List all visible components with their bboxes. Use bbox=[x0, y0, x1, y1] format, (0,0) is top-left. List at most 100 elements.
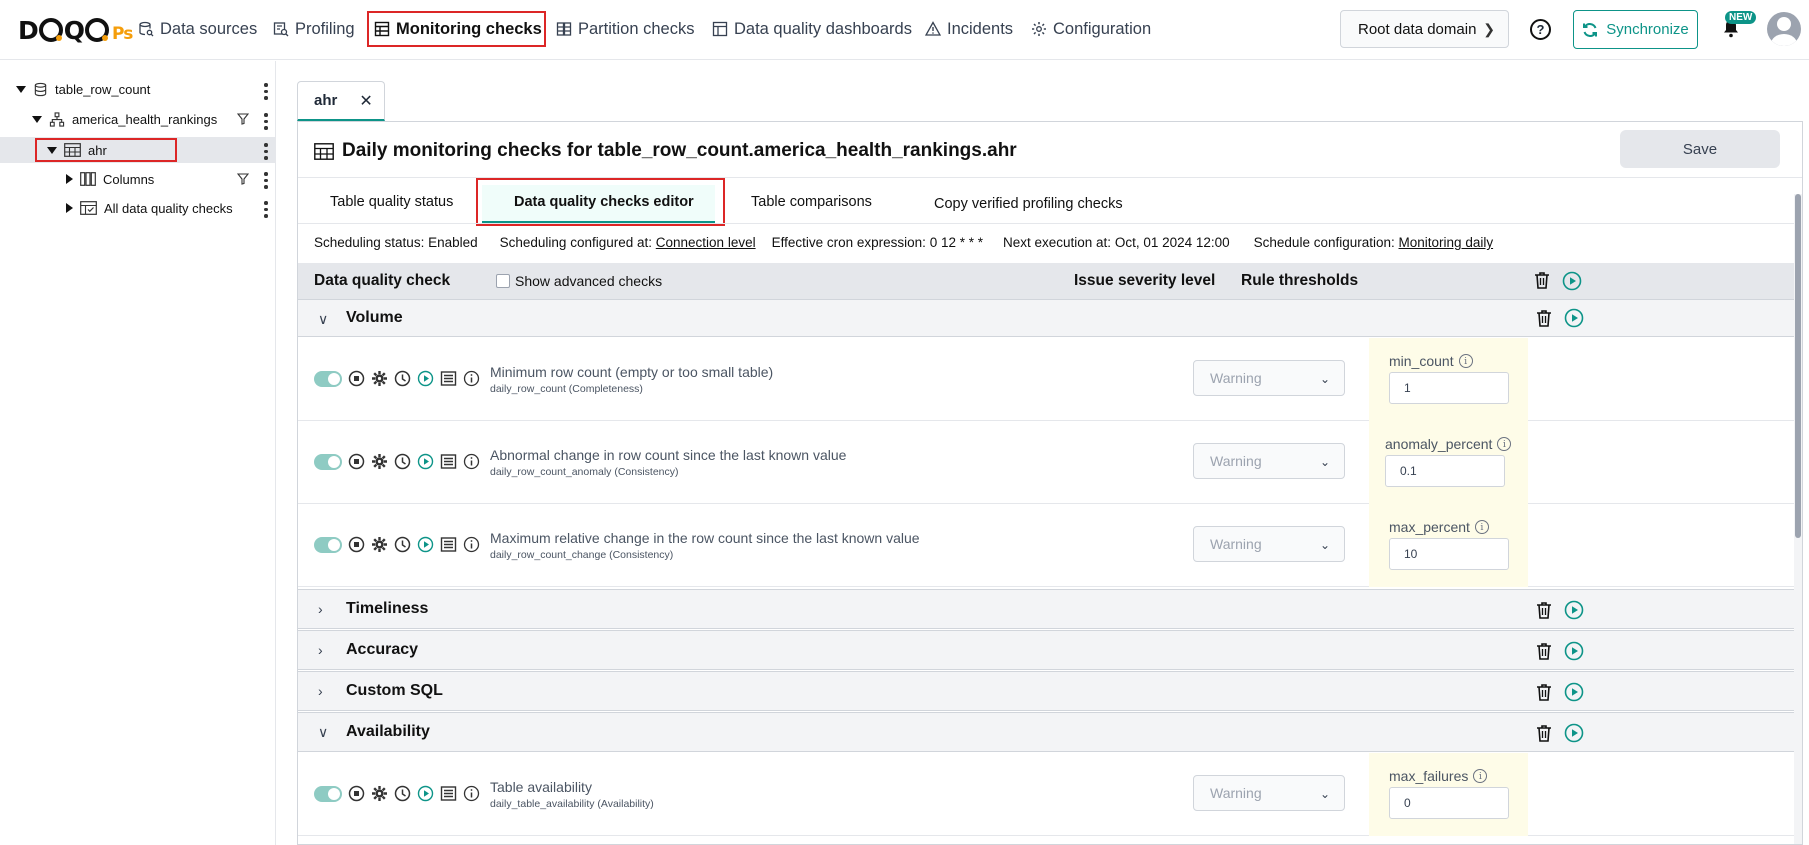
nav-incidents[interactable]: Incidents bbox=[925, 0, 1013, 58]
caret-down-icon[interactable] bbox=[16, 85, 26, 93]
check-controls bbox=[314, 453, 480, 470]
tree-item-all-data-quality-checks[interactable]: All data quality checks bbox=[66, 195, 233, 221]
caret-right-icon[interactable] bbox=[66, 203, 73, 213]
synchronize-button[interactable]: Synchronize bbox=[1573, 10, 1698, 49]
stop-icon[interactable] bbox=[348, 453, 365, 470]
rule-value-input[interactable]: 0.1 bbox=[1385, 455, 1505, 487]
stop-icon[interactable] bbox=[348, 536, 365, 553]
clock-icon[interactable] bbox=[394, 370, 411, 387]
enable-toggle[interactable] bbox=[314, 785, 342, 802]
run-checks-icon[interactable] bbox=[1564, 308, 1584, 328]
more-options-icon[interactable] bbox=[264, 83, 268, 100]
info-icon[interactable] bbox=[463, 453, 480, 470]
info-icon[interactable]: i bbox=[1474, 520, 1489, 534]
trash-icon[interactable] bbox=[1534, 600, 1554, 620]
enable-toggle[interactable] bbox=[314, 536, 342, 553]
severity-select[interactable]: Warning ⌄ bbox=[1193, 443, 1345, 479]
results-list-icon[interactable] bbox=[440, 453, 457, 470]
run-checks-icon[interactable] bbox=[1564, 682, 1584, 702]
trash-icon[interactable] bbox=[1534, 682, 1554, 702]
info-icon[interactable] bbox=[463, 370, 480, 387]
checkbox-box[interactable] bbox=[496, 274, 510, 288]
info-icon[interactable] bbox=[463, 785, 480, 802]
info-icon[interactable]: i bbox=[1458, 354, 1473, 368]
stop-icon[interactable] bbox=[348, 370, 365, 387]
run-checks-icon[interactable] bbox=[1564, 723, 1584, 743]
gear-icon[interactable] bbox=[371, 370, 388, 387]
clock-icon[interactable] bbox=[394, 536, 411, 553]
close-icon[interactable]: ✕ bbox=[359, 91, 372, 111]
rule-value-input[interactable]: 10 bbox=[1389, 538, 1509, 570]
show-advanced-checks-checkbox[interactable]: Show advanced checks bbox=[496, 273, 662, 289]
nav-configuration[interactable]: Configuration bbox=[1031, 0, 1151, 58]
tree-item-ahr[interactable]: ahr bbox=[47, 137, 107, 163]
user-avatar[interactable] bbox=[1767, 12, 1801, 46]
tree-item-columns[interactable]: Columns bbox=[66, 166, 154, 192]
run-check-icon[interactable] bbox=[417, 370, 434, 387]
results-list-icon[interactable] bbox=[440, 785, 457, 802]
run-checks-icon[interactable] bbox=[1564, 600, 1584, 620]
info-icon[interactable]: i bbox=[1497, 437, 1512, 451]
info-icon[interactable]: i bbox=[1473, 769, 1488, 783]
filter-icon[interactable] bbox=[237, 173, 249, 185]
trash-icon[interactable] bbox=[1534, 641, 1554, 661]
stop-icon[interactable] bbox=[348, 785, 365, 802]
tab-data-quality-checks-editor[interactable]: Data quality checks editor bbox=[514, 194, 694, 210]
enable-toggle[interactable] bbox=[314, 453, 342, 470]
caret-down-icon[interactable] bbox=[32, 115, 42, 123]
rule-value-input[interactable]: 0 bbox=[1389, 787, 1509, 819]
run-check-icon[interactable] bbox=[417, 453, 434, 470]
gear-icon[interactable] bbox=[371, 785, 388, 802]
filter-icon[interactable] bbox=[237, 113, 249, 125]
severity-select[interactable]: Warning ⌄ bbox=[1193, 775, 1345, 811]
save-button[interactable]: Save bbox=[1620, 130, 1780, 168]
monitoring-daily-link[interactable]: Monitoring daily bbox=[1399, 235, 1494, 250]
tree-item-table-row-count[interactable]: table_row_count bbox=[16, 76, 150, 102]
trash-icon[interactable] bbox=[1534, 308, 1554, 328]
more-options-icon[interactable] bbox=[264, 172, 268, 189]
nav-monitoring-checks[interactable]: Monitoring checks bbox=[374, 0, 542, 58]
root-data-domain-button[interactable]: Root data domain ❯ bbox=[1340, 10, 1509, 48]
results-list-icon[interactable] bbox=[440, 370, 457, 387]
category-timeliness[interactable]: › Timeliness bbox=[298, 589, 1794, 629]
tab-ahr[interactable]: ahr ✕ bbox=[297, 81, 385, 121]
run-check-icon[interactable] bbox=[417, 785, 434, 802]
nav-partition-checks[interactable]: Partition checks bbox=[556, 0, 694, 58]
tab-table-quality-status[interactable]: Table quality status bbox=[330, 194, 453, 210]
connection-level-link[interactable]: Connection level bbox=[656, 235, 756, 250]
category-accuracy[interactable]: › Accuracy bbox=[298, 630, 1794, 670]
run-checks-icon[interactable] bbox=[1564, 641, 1584, 661]
trash-icon[interactable] bbox=[1532, 270, 1552, 290]
severity-select[interactable]: Warning ⌄ bbox=[1193, 526, 1345, 562]
trash-icon[interactable] bbox=[1534, 723, 1554, 743]
gear-icon[interactable] bbox=[371, 453, 388, 470]
caret-down-icon[interactable] bbox=[47, 146, 57, 154]
caret-right-icon[interactable] bbox=[66, 174, 73, 184]
enable-toggle[interactable] bbox=[314, 370, 342, 387]
scrollbar-thumb[interactable] bbox=[1795, 194, 1801, 538]
category-volume[interactable]: ∨ Volume bbox=[298, 299, 1794, 337]
tree-item-america-health-rankings[interactable]: america_health_rankings bbox=[32, 106, 217, 132]
results-list-icon[interactable] bbox=[440, 536, 457, 553]
more-options-icon[interactable] bbox=[264, 113, 268, 130]
category-availability[interactable]: ∨ Availability bbox=[298, 712, 1794, 752]
nav-profiling[interactable]: Profiling bbox=[273, 0, 355, 58]
category-custom-sql[interactable]: › Custom SQL bbox=[298, 671, 1794, 711]
nav-data-sources[interactable]: Data sources bbox=[138, 0, 257, 58]
nav-data-quality-dashboards[interactable]: Data quality dashboards bbox=[712, 0, 912, 58]
more-options-icon[interactable] bbox=[264, 143, 268, 160]
gear-icon[interactable] bbox=[371, 536, 388, 553]
info-icon[interactable] bbox=[463, 536, 480, 553]
severity-select[interactable]: Warning ⌄ bbox=[1193, 360, 1345, 396]
run-check-icon[interactable] bbox=[417, 536, 434, 553]
dqops-logo[interactable]: D Q Ps bbox=[18, 15, 133, 45]
more-options-icon[interactable] bbox=[264, 201, 268, 218]
vertical-scrollbar[interactable] bbox=[1794, 194, 1802, 844]
tab-table-comparisons[interactable]: Table comparisons bbox=[751, 194, 872, 210]
clock-icon[interactable] bbox=[394, 785, 411, 802]
clock-icon[interactable] bbox=[394, 453, 411, 470]
help-icon[interactable]: ? bbox=[1530, 19, 1551, 40]
run-checks-icon[interactable] bbox=[1562, 271, 1582, 291]
tab-copy-verified-profiling-checks[interactable]: Copy verified profiling checks bbox=[934, 196, 1123, 212]
rule-value-input[interactable]: 1 bbox=[1389, 372, 1509, 404]
